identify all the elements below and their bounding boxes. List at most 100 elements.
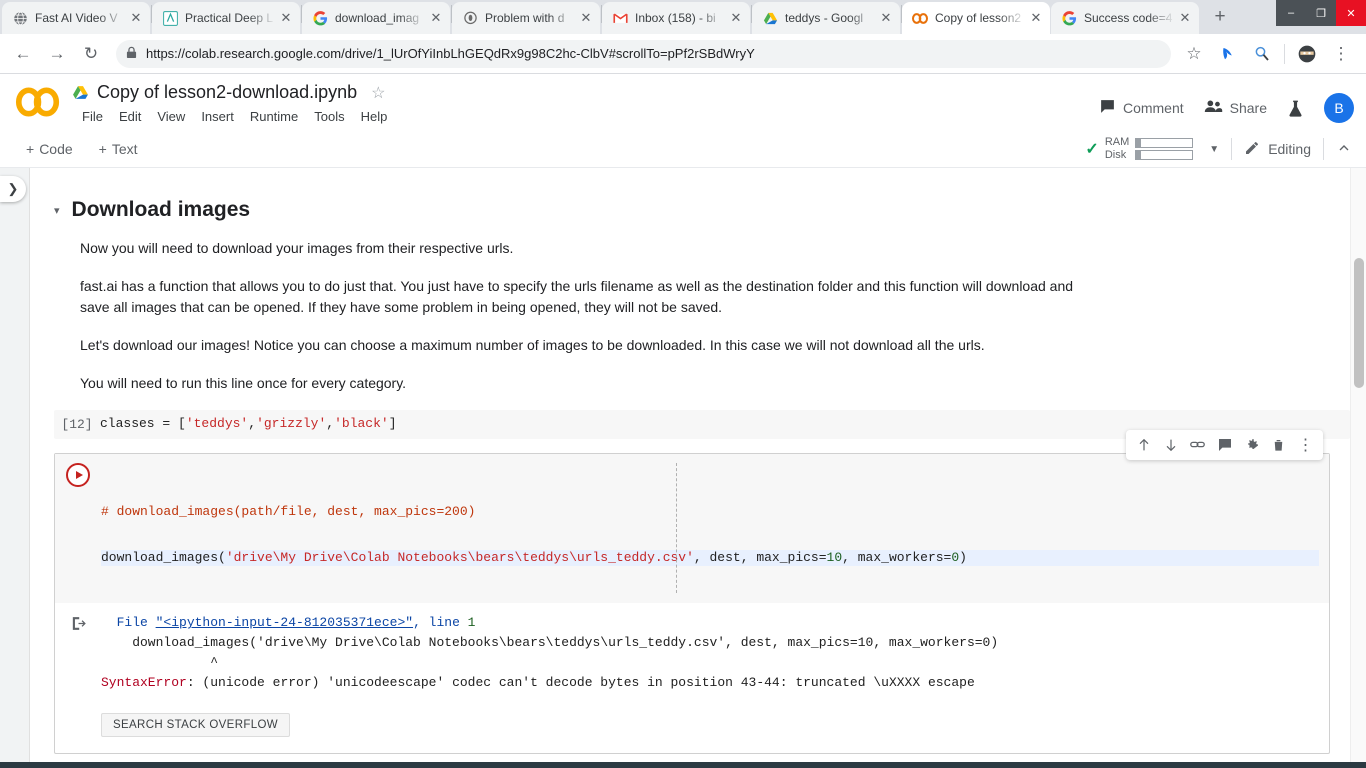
- search-stack-overflow-button[interactable]: SEARCH STACK OVERFLOW: [101, 713, 290, 738]
- menu-tools[interactable]: Tools: [306, 107, 352, 126]
- profile-avatar-icon[interactable]: [1292, 39, 1322, 69]
- window-maximize-button[interactable]: ❐: [1306, 0, 1336, 26]
- expand-sidebar-button[interactable]: ❯: [0, 176, 26, 202]
- code-token: ,: [326, 416, 335, 432]
- browser-tab-5[interactable]: teddys - Googl ✕: [752, 2, 900, 34]
- three-dot-menu-icon[interactable]: ⋮: [1326, 39, 1356, 69]
- delete-cell-icon[interactable]: [1265, 431, 1292, 458]
- browser-tab-7[interactable]: Success code=4 ✕: [1051, 2, 1199, 34]
- reload-button[interactable]: ↻: [76, 39, 106, 69]
- menu-edit[interactable]: Edit: [111, 107, 149, 126]
- browser-tab-strip: Fast AI Video V ✕ Practical Deep L ✕ dow…: [0, 0, 1366, 34]
- tab-close-icon[interactable]: ✕: [578, 10, 594, 26]
- tab-close-icon[interactable]: ✕: [428, 10, 444, 26]
- collapse-section-caret-icon[interactable]: ▾: [54, 204, 60, 217]
- error-traceback: File "<ipython-input-24-812035371ece>", …: [101, 613, 1329, 693]
- menu-view[interactable]: View: [149, 107, 193, 126]
- cell-output-error: File "<ipython-input-24-812035371ece>", …: [55, 603, 1329, 700]
- error-type: SyntaxError: [101, 675, 187, 691]
- more-options-icon[interactable]: ⋮: [1292, 431, 1319, 458]
- paragraph-3: Let's download our images! Notice you ca…: [80, 337, 985, 354]
- share-button[interactable]: Share: [1194, 92, 1277, 124]
- run-cell-button[interactable]: [55, 461, 101, 596]
- google-icon: [312, 10, 328, 26]
- paragraph-2: fast.ai has a function that allows you t…: [80, 277, 1074, 316]
- resource-labels: RAM Disk: [1105, 136, 1129, 162]
- scrollbar-thumb[interactable]: [1354, 258, 1364, 388]
- traceback-line-number: 1: [467, 615, 476, 631]
- colab-logo[interactable]: [12, 80, 64, 124]
- traceback-file-link[interactable]: "<ipython-input-24-812035371ece>": [156, 615, 413, 630]
- colab-header: Copy of lesson2-download.ipynb ☆ File Ed…: [0, 74, 1366, 130]
- add-text-button[interactable]: + Text: [89, 136, 148, 162]
- vertical-scrollbar[interactable]: [1350, 168, 1366, 768]
- window-close-button[interactable]: ✕: [1336, 0, 1366, 26]
- toolbar-divider: [1231, 138, 1233, 160]
- browser-tab-6-active[interactable]: Copy of lesson2 ✕: [902, 2, 1050, 34]
- colab-page: Copy of lesson2-download.ipynb ☆ File Ed…: [0, 74, 1366, 768]
- star-icon[interactable]: ☆: [371, 83, 385, 103]
- browser-tab-1[interactable]: Practical Deep L ✕: [152, 2, 300, 34]
- forward-button[interactable]: →: [42, 39, 72, 69]
- move-cell-up-icon[interactable]: [1130, 431, 1157, 458]
- browser-tab-2[interactable]: download_imag ✕: [302, 2, 450, 34]
- menu-file[interactable]: File: [74, 107, 111, 126]
- drive-icon: [72, 84, 89, 101]
- menu-help[interactable]: Help: [353, 107, 396, 126]
- code-token: ]: [388, 416, 397, 432]
- gmail-icon: [612, 10, 628, 26]
- tab-title: Fast AI Video V: [35, 11, 118, 25]
- ram-bar: [1135, 138, 1194, 148]
- lock-icon: [126, 46, 137, 62]
- notebook-title[interactable]: Copy of lesson2-download.ipynb: [97, 82, 357, 103]
- code-token: , max_workers=: [842, 549, 952, 565]
- os-taskbar: [0, 762, 1366, 768]
- colab-menu-bar: File Edit View Insert Runtime Tools Help: [74, 107, 1089, 126]
- link-to-cell-icon[interactable]: [1184, 431, 1211, 458]
- new-tab-button[interactable]: +: [1206, 3, 1234, 31]
- add-code-button[interactable]: + Code: [16, 136, 83, 162]
- markdown-cell[interactable]: ▾ Download images Now you will need to d…: [30, 198, 1110, 394]
- search-extension-icon[interactable]: [1247, 39, 1277, 69]
- code-token: , dest, max_pics=: [693, 549, 827, 565]
- code-token: 'grizzly': [256, 416, 327, 432]
- extension-icon[interactable]: [1213, 39, 1243, 69]
- resource-bars: [1135, 138, 1194, 160]
- forum-icon: [462, 10, 478, 26]
- address-bar[interactable]: https://colab.research.google.com/drive/…: [116, 39, 1171, 68]
- code-cell-download-images[interactable]: ⋮ # download_images(path/file, dest, max…: [54, 429, 1330, 755]
- disk-label: Disk: [1104, 149, 1127, 161]
- code-token: ): [959, 549, 967, 565]
- window-minimize-button[interactable]: –: [1276, 0, 1306, 26]
- flask-icon[interactable]: [1277, 93, 1314, 124]
- comment-button[interactable]: Comment: [1089, 92, 1194, 124]
- tab-close-icon[interactable]: ✕: [128, 10, 144, 26]
- browser-tab-0[interactable]: Fast AI Video V ✕: [2, 2, 150, 34]
- browser-tab-3[interactable]: Problem with d ✕: [452, 2, 600, 34]
- tab-close-icon[interactable]: ✕: [1028, 10, 1044, 26]
- comment-label: Comment: [1122, 100, 1184, 116]
- star-icon[interactable]: ☆: [1179, 39, 1209, 69]
- back-button[interactable]: ←: [8, 39, 38, 69]
- menu-insert[interactable]: Insert: [193, 107, 242, 126]
- people-icon: [1204, 98, 1223, 118]
- tab-close-icon[interactable]: ✕: [1177, 10, 1193, 26]
- runtime-status-area: ✓ RAM Disk ▼ Editing: [1085, 130, 1352, 168]
- chevron-up-icon[interactable]: [1336, 140, 1352, 159]
- code-content[interactable]: # download_images(path/file, dest, max_p…: [101, 461, 1329, 596]
- plus-icon: +: [98, 140, 107, 157]
- browser-toolbar-right: ☆ ⋮: [1177, 39, 1358, 69]
- tab-close-icon[interactable]: ✕: [878, 10, 894, 26]
- tab-close-icon[interactable]: ✕: [728, 10, 744, 26]
- cell-settings-icon[interactable]: [1238, 431, 1265, 458]
- resource-meter[interactable]: ✓ RAM Disk ▼: [1085, 136, 1219, 162]
- avatar[interactable]: B: [1324, 93, 1354, 123]
- code-token: 'black': [334, 416, 389, 432]
- editing-button[interactable]: Editing: [1244, 140, 1311, 159]
- tab-close-icon[interactable]: ✕: [278, 10, 294, 26]
- add-comment-icon[interactable]: [1211, 431, 1238, 458]
- browser-tab-4[interactable]: Inbox (158) - bi ✕: [602, 2, 750, 34]
- move-cell-down-icon[interactable]: [1157, 431, 1184, 458]
- chevron-down-icon[interactable]: ▼: [1209, 144, 1219, 155]
- menu-runtime[interactable]: Runtime: [242, 107, 306, 126]
